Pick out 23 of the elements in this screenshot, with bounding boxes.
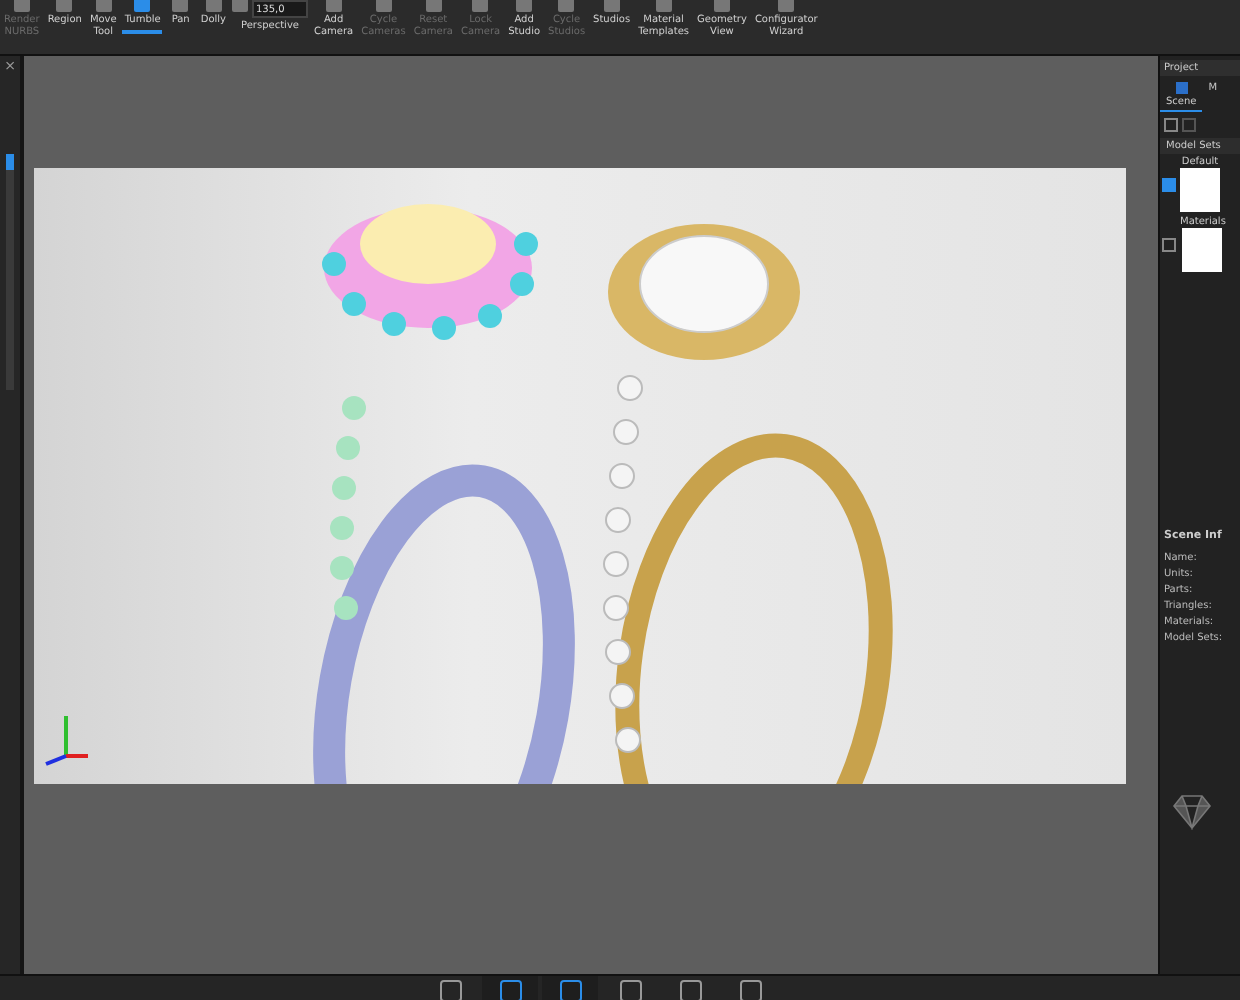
tool-icon [472,0,489,12]
toolbar-icon[interactable] [542,976,598,1000]
tool-icon [516,0,533,12]
camera-icon [232,0,248,12]
toolbar-icon[interactable] [482,976,538,1000]
tool-icon [655,0,672,12]
tool-icon [425,0,442,12]
tool-icon [13,0,30,12]
tool-icon [56,0,73,12]
checkbox[interactable] [1162,177,1176,191]
grid-icon [1175,82,1188,94]
tool-icon [134,0,151,12]
tool-icon [713,0,730,12]
tool-icon [558,0,575,12]
tool-icon [325,0,342,12]
thumbnail[interactable] [1180,168,1220,212]
diamond-icon [1172,794,1212,830]
checkbox[interactable] [1162,237,1176,251]
thumbnail[interactable] [1182,228,1223,272]
tool-icon [778,0,795,12]
tool-icon [375,0,392,12]
tool-icon [603,0,620,12]
tool-icon [95,0,112,12]
